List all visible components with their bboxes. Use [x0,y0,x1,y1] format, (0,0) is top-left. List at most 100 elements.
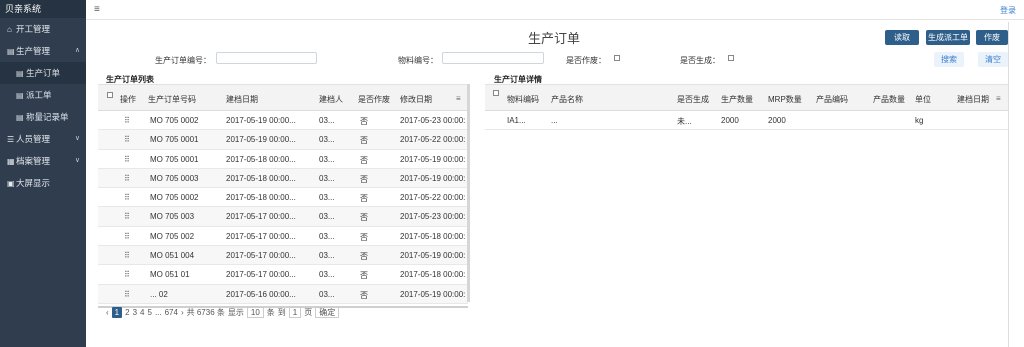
column-header[interactable]: 产品编码 [816,94,848,105]
table-cell: 2017-05-17 00:00... [226,212,296,222]
page-number-button[interactable]: 2 [125,308,129,317]
table-cell: 2017-05-18 00:00... [226,193,296,203]
chevron-icon: ∧ [74,47,80,54]
page-number-button[interactable]: 1 [111,307,123,318]
sidebar-item[interactable]: ▦档案管理 ∨ [0,150,86,172]
column-header[interactable]: 建档日期 [957,94,989,105]
table-row[interactable]: ⠿ MO 705 0002 2017-05-18 00:00... 03... 否 201… [98,188,468,208]
column-header[interactable]: 生产订单号码 [148,94,196,105]
table-cell: 2017-05-19 00:00... [226,135,296,145]
column-header[interactable]: 是否生成 [677,94,709,105]
total-count: 共 6736 条 [186,308,225,317]
sidebar-item[interactable]: ⌂ 开工管理 [0,18,86,40]
table-row[interactable]: ⠿ MO 051 01 2017-05-17 00:00... 03... 否 2017-… [98,265,468,285]
table-cell: ... [551,116,558,125]
table-cell: 2017-05-18 00:00... [226,173,296,183]
table-row[interactable]: ⠿ MO 705 0001 2017-05-18 00:00... 03... 否 201… [98,150,468,169]
row-action-icon[interactable]: ⠿ [124,155,134,164]
order-no-input[interactable] [216,52,317,64]
sidebar-item[interactable]: ▣大屏显示 [0,172,86,194]
detail-select-all-checkbox[interactable] [493,90,499,96]
table-cell: IA1... [507,116,526,125]
row-action-icon[interactable]: ⠿ [124,135,134,144]
table-row[interactable]: ⠿ ... 02 2017-05-16 00:00... 03... 否 2017-05-… [98,284,468,304]
page-number-button[interactable]: 4 [140,308,144,317]
table-cell: 2017-05-19 00:00: [400,289,466,299]
per-page-select[interactable]: 10 [246,307,264,318]
column-header[interactable]: 单位 [915,94,931,105]
table-cell: 03... [319,193,335,203]
table-row[interactable]: ⠿ MO 705 0002 2017-05-19 00:00... 03... 否 201… [98,111,468,131]
column-header[interactable]: 物料编码 [507,94,539,105]
page-number-button[interactable]: 5 [147,308,151,317]
select-all-checkbox[interactable] [107,92,113,98]
row-action-icon[interactable]: ⠿ [124,193,134,202]
voided-checkbox[interactable] [614,55,620,61]
page-number-button[interactable]: ... [155,308,162,317]
read-button[interactable]: 读取 [885,30,919,45]
prev-page-button[interactable]: ‹ [106,308,109,317]
table-row[interactable]: ⠿ MO 705 0001 2017-05-19 00:00... 03... 否 201… [98,130,468,150]
column-header[interactable]: 是否作废 [358,94,390,105]
sidebar-item[interactable]: ▤ 派工单 [0,84,86,106]
sidebar-item[interactable]: ▤生产管理 ∧ [0,40,86,62]
table-cell: 2017-05-17 00:00... [226,231,296,241]
pagination: ‹ 1 2 3 4 5... 674 › 共 6736 条显示 10 条到 1 页确定 [106,307,342,318]
table-cell: 否 [360,252,368,262]
sidebar-item[interactable]: ▤ 生产订单 [0,62,86,84]
content-panel: 生产订单 读取 生成派工单 作废 生产订单编号： 物料编号： 是否作废： 是否生… [96,22,1016,347]
monitor-icon: ▣ [7,179,15,188]
table-row[interactable]: ⠿ MO 705 0003 2017-05-18 00:00... 03... 否 201… [98,168,468,189]
column-header[interactable]: 产品数量 [873,94,905,105]
table-row[interactable]: ⠿ MO 051 004 2017-05-17 00:00... 03... 否 2017… [98,246,468,266]
menu-toggle-icon[interactable]: ≡ [94,4,100,15]
table-cell: 否 [360,194,368,204]
order-list-header: 操作 生产订单号码 建档日期 建档人 是否作废 修改日期 ≡ [98,85,468,111]
row-action-icon[interactable]: ⠿ [124,290,134,299]
table-cell: 2017-05-18 00:00: [400,231,466,241]
table-row[interactable]: ⠿ MO 705 003 2017-05-17 00:00... 03... 否 2017… [98,207,468,227]
confirm-button[interactable]: 确定 [315,307,340,318]
table-cell: 2017-05-17 00:00... [226,270,296,280]
next-page-button[interactable]: › [181,308,184,317]
table-cell: 2017-05-23 00:00: [400,212,466,222]
topbar: ≡ 登录 [86,0,1024,20]
table-cell: MO 705 0001 [150,135,199,145]
row-action-icon[interactable]: ⠿ [124,232,134,241]
column-header[interactable]: 建档人 [319,94,343,105]
row-action-icon[interactable]: ⠿ [124,174,134,183]
order-list-scrollbar[interactable] [467,84,470,302]
column-header[interactable]: 生产数量 [721,94,753,105]
table-cell: 2000 [768,116,786,125]
generated-checkbox[interactable] [728,55,734,61]
detail-row[interactable]: IA1...... 未... 2000 2000 kg [485,111,1008,131]
sidebar-item[interactable]: ▤ 称量记录单 [0,106,86,128]
column-header[interactable]: 操作 [120,94,136,105]
column-header[interactable]: 产品名称 [551,94,583,105]
table-row[interactable]: ⠿ MO 705 002 2017-05-17 00:00... 03... 否 2017… [98,227,468,247]
table-cell: MO 705 0002 [150,193,199,203]
void-button[interactable]: 作废 [976,30,1008,45]
login-link[interactable]: 登录 [1000,5,1016,16]
table-cell: MO 705 0003 [150,173,199,183]
row-action-icon[interactable]: ⠿ [124,270,134,279]
sidebar: 贝亲系统 ⌂ 开工管理 ▤生产管理 ∧ ▤ 生产订单 ▤ 派工单 ▤ 称量记录单 ☰ 人员管理 ∨ ▦档案… [0,0,86,347]
row-action-icon[interactable]: ⠿ [124,212,134,221]
column-header[interactable]: 修改日期 [400,94,432,105]
column-menu-icon[interactable]: ≡ [456,94,461,103]
generate-dispatch-button[interactable]: 生成派工单 [926,30,970,45]
sidebar-item[interactable]: ☰ 人员管理 ∨ [0,128,86,150]
column-menu-icon[interactable]: ≡ [996,94,1001,103]
material-no-input[interactable] [442,52,544,64]
page-input[interactable]: 1 [288,307,302,318]
column-header[interactable]: 建档日期 [226,94,258,105]
table-cell: 2017-05-19 00:00: [400,154,466,164]
page-number-button[interactable]: 674 [165,308,178,317]
search-button[interactable]: 搜索 [934,52,964,67]
clear-button[interactable]: 清空 [978,52,1008,67]
row-action-icon[interactable]: ⠿ [124,251,134,260]
row-action-icon[interactable]: ⠿ [124,116,134,125]
column-header[interactable]: MRP数量 [768,94,802,105]
page-number-button[interactable]: 3 [133,308,137,317]
sidebar-item-label: 称量记录单 [26,112,69,122]
